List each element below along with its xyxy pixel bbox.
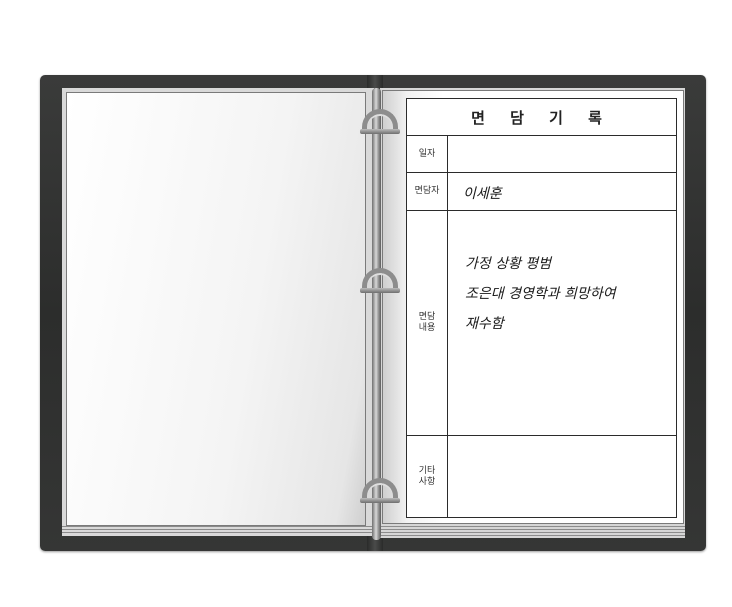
content-field[interactable]: 가정 상황 평범 조은대 경영학과 희망하여 재수함 xyxy=(465,249,672,339)
remarks-row: 기타 사항 xyxy=(407,436,676,518)
ring-base xyxy=(360,498,400,503)
remarks-label: 기타 사항 xyxy=(407,436,448,518)
left-page[interactable] xyxy=(66,92,366,526)
content-line: 재수함 xyxy=(465,316,504,332)
counselee-field[interactable]: 이세훈 xyxy=(463,183,670,203)
content-line: 조은대 경영학과 희망하여 xyxy=(465,286,616,302)
counselee-row: 면담자 이세훈 xyxy=(407,173,676,211)
form-title: 면 담 기 록 xyxy=(407,99,676,136)
ring-base xyxy=(360,288,400,293)
content-line: 가정 상황 평범 xyxy=(465,256,552,272)
date-row: 일자 xyxy=(407,136,676,173)
binder-rod xyxy=(372,88,381,540)
content-label: 면담 내용 xyxy=(407,211,448,435)
ring-base xyxy=(360,129,400,134)
counselee-label: 면담자 xyxy=(407,173,448,210)
counseling-record-form: 면 담 기 록 일자 면담자 이세훈 면담 내용 기타 사항 가정 상황 평범 … xyxy=(406,98,677,518)
date-label: 일자 xyxy=(407,136,448,172)
